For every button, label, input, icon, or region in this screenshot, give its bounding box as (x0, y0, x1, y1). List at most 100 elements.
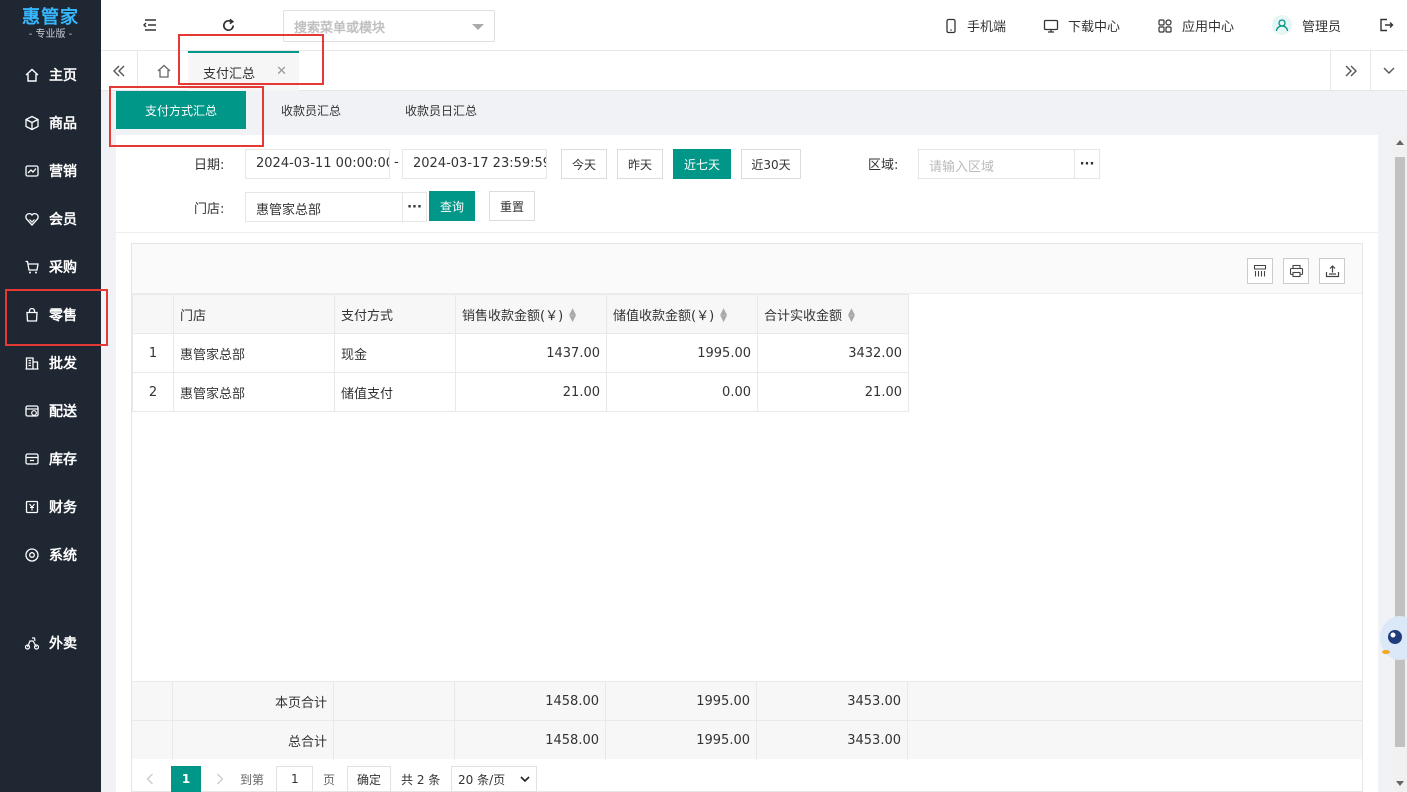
tabs-scroll-left-icon[interactable] (101, 51, 138, 91)
sidebar-item-label: 批发 (49, 356, 77, 372)
sidebar-item-label: 采购 (49, 260, 77, 276)
region-input[interactable]: 请输入区域 (918, 149, 1075, 179)
header-sales: 销售收款金额(￥) (462, 308, 564, 324)
date-from-input[interactable]: 2024-03-11 00:00:00 (245, 149, 390, 179)
page-total-total: 3453.00 (757, 682, 908, 721)
box-icon (23, 114, 41, 132)
sidebar-item-inventory[interactable]: 库存 (0, 439, 101, 479)
sort-icon[interactable]: ▲ ▼ (569, 308, 576, 324)
chevron-down-icon (520, 776, 530, 783)
sidebar-item-label: 外卖 (49, 636, 77, 652)
subtab-cashier[interactable]: 收款员汇总 (251, 91, 371, 129)
collapse-menu-icon[interactable] (141, 16, 159, 34)
col-store: 门店 (173, 294, 335, 334)
prev-page-icon[interactable] (146, 766, 154, 792)
print-icon[interactable] (1283, 258, 1309, 284)
yesterday-button[interactable]: 昨天 (617, 149, 663, 179)
close-icon[interactable]: ✕ (276, 64, 287, 79)
page-total-label: 本页合计 (173, 682, 334, 721)
last-30-days-button[interactable]: 近30天 (741, 149, 801, 179)
tab-payment-summary[interactable]: 支付汇总 ✕ (188, 51, 299, 91)
page-total-row: 本页合计 1458.00 1995.00 3453.00 (132, 681, 1362, 721)
sidebar-item-retail[interactable]: 零售 (0, 295, 101, 335)
store-input[interactable]: 惠管家总部 (245, 192, 403, 222)
sidebar-item-delivery[interactable]: 配送 (0, 391, 101, 431)
finance-icon (23, 498, 41, 516)
cell-store: 惠管家总部 (173, 372, 335, 412)
scroll-up-icon[interactable] (1396, 140, 1404, 145)
home-icon (23, 66, 41, 84)
row-index: 2 (132, 372, 174, 412)
page-jump-confirm-button[interactable]: 确定 (347, 766, 391, 792)
col-sales[interactable]: 销售收款金额(￥) ▲ ▼ (455, 294, 607, 334)
menu-search-select[interactable]: 搜索菜单或模块 (283, 10, 495, 42)
tabs-scroll-right-icon[interactable] (1330, 51, 1370, 91)
user-avatar-icon (1271, 14, 1293, 36)
cell-store: 惠管家总部 (173, 333, 335, 373)
grand-total-total: 3453.00 (757, 721, 908, 760)
sidebar-item-label: 营销 (49, 164, 77, 180)
page-total-stored: 1995.00 (606, 682, 757, 721)
region-more-button[interactable]: ··· (1075, 149, 1100, 179)
user-menu[interactable]: 管理员 (1271, 14, 1341, 36)
mobile-label: 手机端 (967, 20, 1007, 35)
tabs-menu-chevron-down-icon[interactable] (1370, 51, 1407, 91)
date-to-input[interactable]: 2024-03-17 23:59:59 (402, 149, 547, 179)
page-jump-input[interactable]: 1 (276, 766, 313, 792)
columns-filter-icon[interactable] (1247, 258, 1273, 284)
subtab-cashier-daily[interactable]: 收款员日汇总 (386, 91, 496, 129)
cell-total: 21.00 (757, 372, 909, 412)
reset-button[interactable]: 重置 (489, 191, 535, 221)
sidebar-item-purchase[interactable]: 采购 (0, 247, 101, 287)
store-more-button[interactable]: ··· (402, 192, 427, 222)
date-separator: - (394, 155, 399, 170)
subtab-payment-method[interactable]: 支付方式汇总 (116, 91, 246, 129)
scroll-down-icon[interactable] (1396, 781, 1404, 786)
sidebar-item-goods[interactable]: 商品 (0, 103, 101, 143)
sort-icon[interactable]: ▲ ▼ (720, 308, 727, 324)
app-center-link[interactable]: 应用中心 (1157, 16, 1234, 35)
sidebar-item-marketing[interactable]: 营销 (0, 151, 101, 191)
apps-label: 应用中心 (1182, 20, 1235, 35)
region-label: 区域: (868, 158, 899, 173)
heart-icon (23, 210, 41, 228)
cart-icon (23, 258, 41, 276)
building-icon (23, 354, 41, 372)
col-stored[interactable]: 储值收款金额(￥) ▲ ▼ (606, 294, 758, 334)
data-grid: 门店 支付方式 销售收款金额(￥) ▲ ▼ 储值收款金额(￥) ▲ ▼ 合计实收金额 ▲ ▼… (131, 243, 1363, 792)
table-row[interactable]: 1 惠管家总部 现金 1437.00 1995.00 3432.00 (132, 333, 909, 373)
sidebar: 惠管家 - 专业版 - 主页 商品 营销 会员 采购 零售 批发 配送 库存 财… (0, 0, 101, 792)
col-total[interactable]: 合计实收金额 ▲ ▼ (757, 294, 909, 334)
logout-icon[interactable] (1377, 16, 1395, 34)
mobile-link[interactable]: 手机端 (944, 16, 1006, 35)
refresh-icon[interactable] (219, 16, 237, 34)
header-stored: 储值收款金额(￥) (613, 308, 715, 324)
sidebar-item-wholesale[interactable]: 批发 (0, 343, 101, 383)
page-number-current[interactable]: 1 (171, 766, 201, 792)
home-tab-icon[interactable] (145, 51, 182, 91)
last-7-days-button[interactable]: 近七天 (673, 149, 731, 179)
next-page-icon[interactable] (216, 766, 224, 792)
assistant-robot-icon[interactable] (1378, 612, 1407, 664)
today-button[interactable]: 今天 (561, 149, 607, 179)
table-row[interactable]: 2 惠管家总部 储值支付 21.00 0.00 21.00 (132, 372, 909, 412)
sidebar-item-home[interactable]: 主页 (0, 55, 101, 95)
sort-icon[interactable]: ▲ ▼ (848, 308, 855, 324)
pagination: 1 到第 1 页 确定 共 2 条 20 条/页 (132, 759, 1362, 792)
table-header-row: 门店 支付方式 销售收款金额(￥) ▲ ▼ 储值收款金额(￥) ▲ ▼ 合计实收金额 ▲ ▼ (132, 294, 909, 334)
sidebar-item-member[interactable]: 会员 (0, 199, 101, 239)
download-center-link[interactable]: 下载中心 (1043, 16, 1120, 35)
settings-icon (23, 546, 41, 564)
apps-icon (1157, 18, 1173, 34)
page-size-select[interactable]: 20 条/页 (451, 766, 537, 792)
col-method: 支付方式 (334, 294, 456, 334)
export-icon[interactable] (1319, 258, 1345, 284)
page-scrollbar[interactable] (1393, 135, 1407, 792)
query-button[interactable]: 查询 (429, 191, 475, 221)
sidebar-item-takeout[interactable]: 外卖 (0, 623, 101, 663)
sidebar-item-system[interactable]: 系统 (0, 535, 101, 575)
total-count: 共 2 条 (401, 772, 441, 787)
bag-icon (23, 306, 41, 324)
page-unit-label: 页 (323, 772, 336, 787)
sidebar-item-finance[interactable]: 财务 (0, 487, 101, 527)
